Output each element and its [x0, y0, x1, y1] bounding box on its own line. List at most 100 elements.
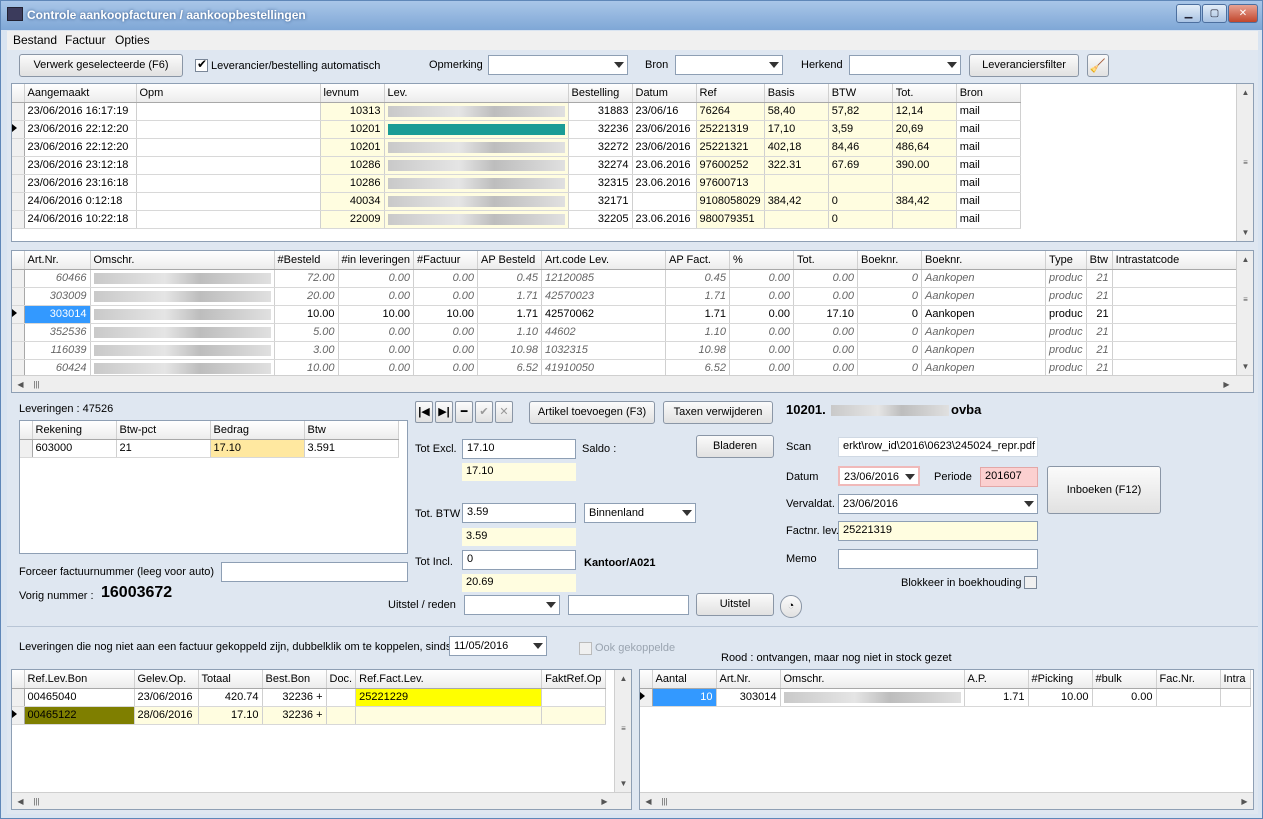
- first-record-button[interactable]: |◀: [415, 401, 433, 423]
- table-cell[interactable]: 21: [1086, 341, 1113, 360]
- table-cell[interactable]: mail: [956, 102, 1021, 121]
- table-cell[interactable]: [1112, 269, 1237, 288]
- table-cell[interactable]: 10: [652, 688, 717, 707]
- table-cell[interactable]: 12120085: [541, 269, 666, 288]
- column-header[interactable]: AP Fact.: [665, 251, 730, 270]
- table-cell[interactable]: 0.45: [665, 269, 730, 288]
- table-cell[interactable]: 0: [857, 323, 922, 342]
- remove-tax-button[interactable]: Taxen verwijderen: [663, 401, 773, 424]
- table-cell[interactable]: [1220, 688, 1251, 707]
- table-cell[interactable]: [355, 706, 543, 725]
- last-record-button[interactable]: ▶|: [435, 401, 453, 423]
- table-cell[interactable]: [136, 156, 321, 175]
- table-cell[interactable]: 00465040: [24, 688, 135, 707]
- table-cell[interactable]: 384,42: [892, 192, 957, 211]
- table-cell[interactable]: 0: [857, 287, 922, 306]
- table-cell[interactable]: 10.00: [274, 305, 339, 324]
- table-cell[interactable]: Aankopen: [921, 341, 1046, 360]
- column-header[interactable]: Boeknr.: [857, 251, 922, 270]
- table-cell[interactable]: 980079351: [696, 210, 765, 229]
- table-cell[interactable]: 0: [828, 192, 893, 211]
- table-cell[interactable]: 20.00: [274, 287, 339, 306]
- table-cell[interactable]: 1.71: [477, 305, 542, 324]
- table-cell[interactable]: 10313: [320, 102, 385, 121]
- table-cell[interactable]: 0.00: [729, 269, 794, 288]
- table-cell[interactable]: 21: [1086, 305, 1113, 324]
- table-cell[interactable]: [541, 706, 607, 725]
- column-header[interactable]: Bedrag: [210, 421, 305, 440]
- tot-btw-input[interactable]: 3.59: [462, 503, 576, 523]
- ook-gekoppelde-checkbox[interactable]: [579, 642, 592, 655]
- table-cell[interactable]: 17.10: [198, 706, 263, 725]
- table-row[interactable]: 603000 21 17.10 3.591: [20, 439, 399, 458]
- table-cell[interactable]: 0.00: [729, 341, 794, 360]
- column-header[interactable]: Bestelling: [568, 84, 633, 103]
- table-cell[interactable]: 0.00: [729, 323, 794, 342]
- table-cell[interactable]: 0.00: [413, 269, 478, 288]
- table-cell[interactable]: 23/06/2016 22:12:20: [24, 138, 137, 157]
- table-cell[interactable]: [1112, 323, 1237, 342]
- table-cell[interactable]: 9108058029: [696, 192, 765, 211]
- table-cell[interactable]: Aankopen: [921, 305, 1046, 324]
- table-cell[interactable]: 0.00: [338, 323, 414, 342]
- datum-picker[interactable]: 23/06/2016: [838, 466, 920, 486]
- table-cell[interactable]: [90, 287, 275, 306]
- table-cell[interactable]: 67.69: [828, 156, 893, 175]
- table-cell[interactable]: [136, 138, 321, 157]
- table-cell[interactable]: [1112, 287, 1237, 306]
- table-cell[interactable]: 402,18: [764, 138, 829, 157]
- table-cell[interactable]: 1.71: [477, 287, 542, 306]
- maximize-button[interactable]: ▢: [1202, 4, 1227, 23]
- herkend-combo[interactable]: [849, 55, 961, 75]
- table-cell[interactable]: 1032315: [541, 341, 666, 360]
- table-cell[interactable]: mail: [956, 156, 1021, 175]
- table-cell[interactable]: 1.10: [665, 323, 730, 342]
- table-cell[interactable]: 32171: [568, 192, 633, 211]
- table-cell[interactable]: 17.10: [210, 439, 305, 458]
- vervaldatum-picker[interactable]: 23/06/2016: [838, 494, 1038, 514]
- table-cell[interactable]: produc: [1045, 305, 1087, 324]
- delay-button[interactable]: Uitstel: [696, 593, 774, 616]
- column-header[interactable]: Btw-pct: [116, 421, 211, 440]
- browse-button[interactable]: Bladeren: [696, 435, 774, 458]
- force-invoice-input[interactable]: [221, 562, 408, 582]
- column-header[interactable]: Omschr.: [90, 251, 275, 270]
- table-cell[interactable]: 10.00: [413, 305, 478, 324]
- table-cell[interactable]: [1112, 305, 1237, 324]
- column-header[interactable]: #in leveringen: [338, 251, 414, 270]
- table-cell[interactable]: [90, 305, 275, 324]
- table-cell[interactable]: 0.00: [1092, 688, 1157, 707]
- region-combo[interactable]: Binnenland: [584, 503, 696, 523]
- menu-factuur[interactable]: Factuur: [65, 33, 106, 47]
- table-cell[interactable]: [764, 174, 829, 193]
- table-cell[interactable]: 0.00: [413, 287, 478, 306]
- memo-input[interactable]: [838, 549, 1038, 569]
- menu-bestand[interactable]: Bestand: [13, 33, 57, 47]
- table-cell[interactable]: [326, 688, 357, 707]
- table-cell[interactable]: [136, 210, 321, 229]
- table-cell[interactable]: 32315: [568, 174, 633, 193]
- table-cell[interactable]: 322.31: [764, 156, 829, 175]
- tot-excl-input[interactable]: 17.10: [462, 439, 576, 459]
- column-header[interactable]: Fac.Nr.: [1156, 670, 1221, 689]
- delivery-lines-hscroll[interactable]: ◀ ||| ▶: [640, 792, 1253, 809]
- table-cell[interactable]: [541, 688, 607, 707]
- table-cell[interactable]: 0: [857, 269, 922, 288]
- uitstel-reason-input[interactable]: [568, 595, 689, 615]
- table-cell[interactable]: produc: [1045, 323, 1087, 342]
- table-cell[interactable]: produc: [1045, 341, 1087, 360]
- table-cell[interactable]: [828, 174, 893, 193]
- table-cell[interactable]: [780, 688, 965, 707]
- table-cell[interactable]: 17.10: [793, 305, 858, 324]
- table-cell[interactable]: 17,10: [764, 120, 829, 139]
- table-cell[interactable]: 10.00: [1028, 688, 1093, 707]
- column-header[interactable]: Intrastatcode: [1112, 251, 1237, 270]
- close-button[interactable]: ✕: [1228, 4, 1258, 23]
- table-cell[interactable]: 24/06/2016 0:12:18: [24, 192, 137, 211]
- lines-grid[interactable]: Art.Nr. Omschr. #Besteld #in leveringen #Fac…: [11, 250, 1254, 393]
- table-cell[interactable]: [892, 210, 957, 229]
- table-row[interactable]: 00465040 23/06/2016 420.74 32236 + 25221229: [12, 688, 607, 707]
- table-cell[interactable]: 42570023: [541, 287, 666, 306]
- column-header[interactable]: Rekening: [32, 421, 117, 440]
- menu-opties[interactable]: Opties: [115, 33, 150, 47]
